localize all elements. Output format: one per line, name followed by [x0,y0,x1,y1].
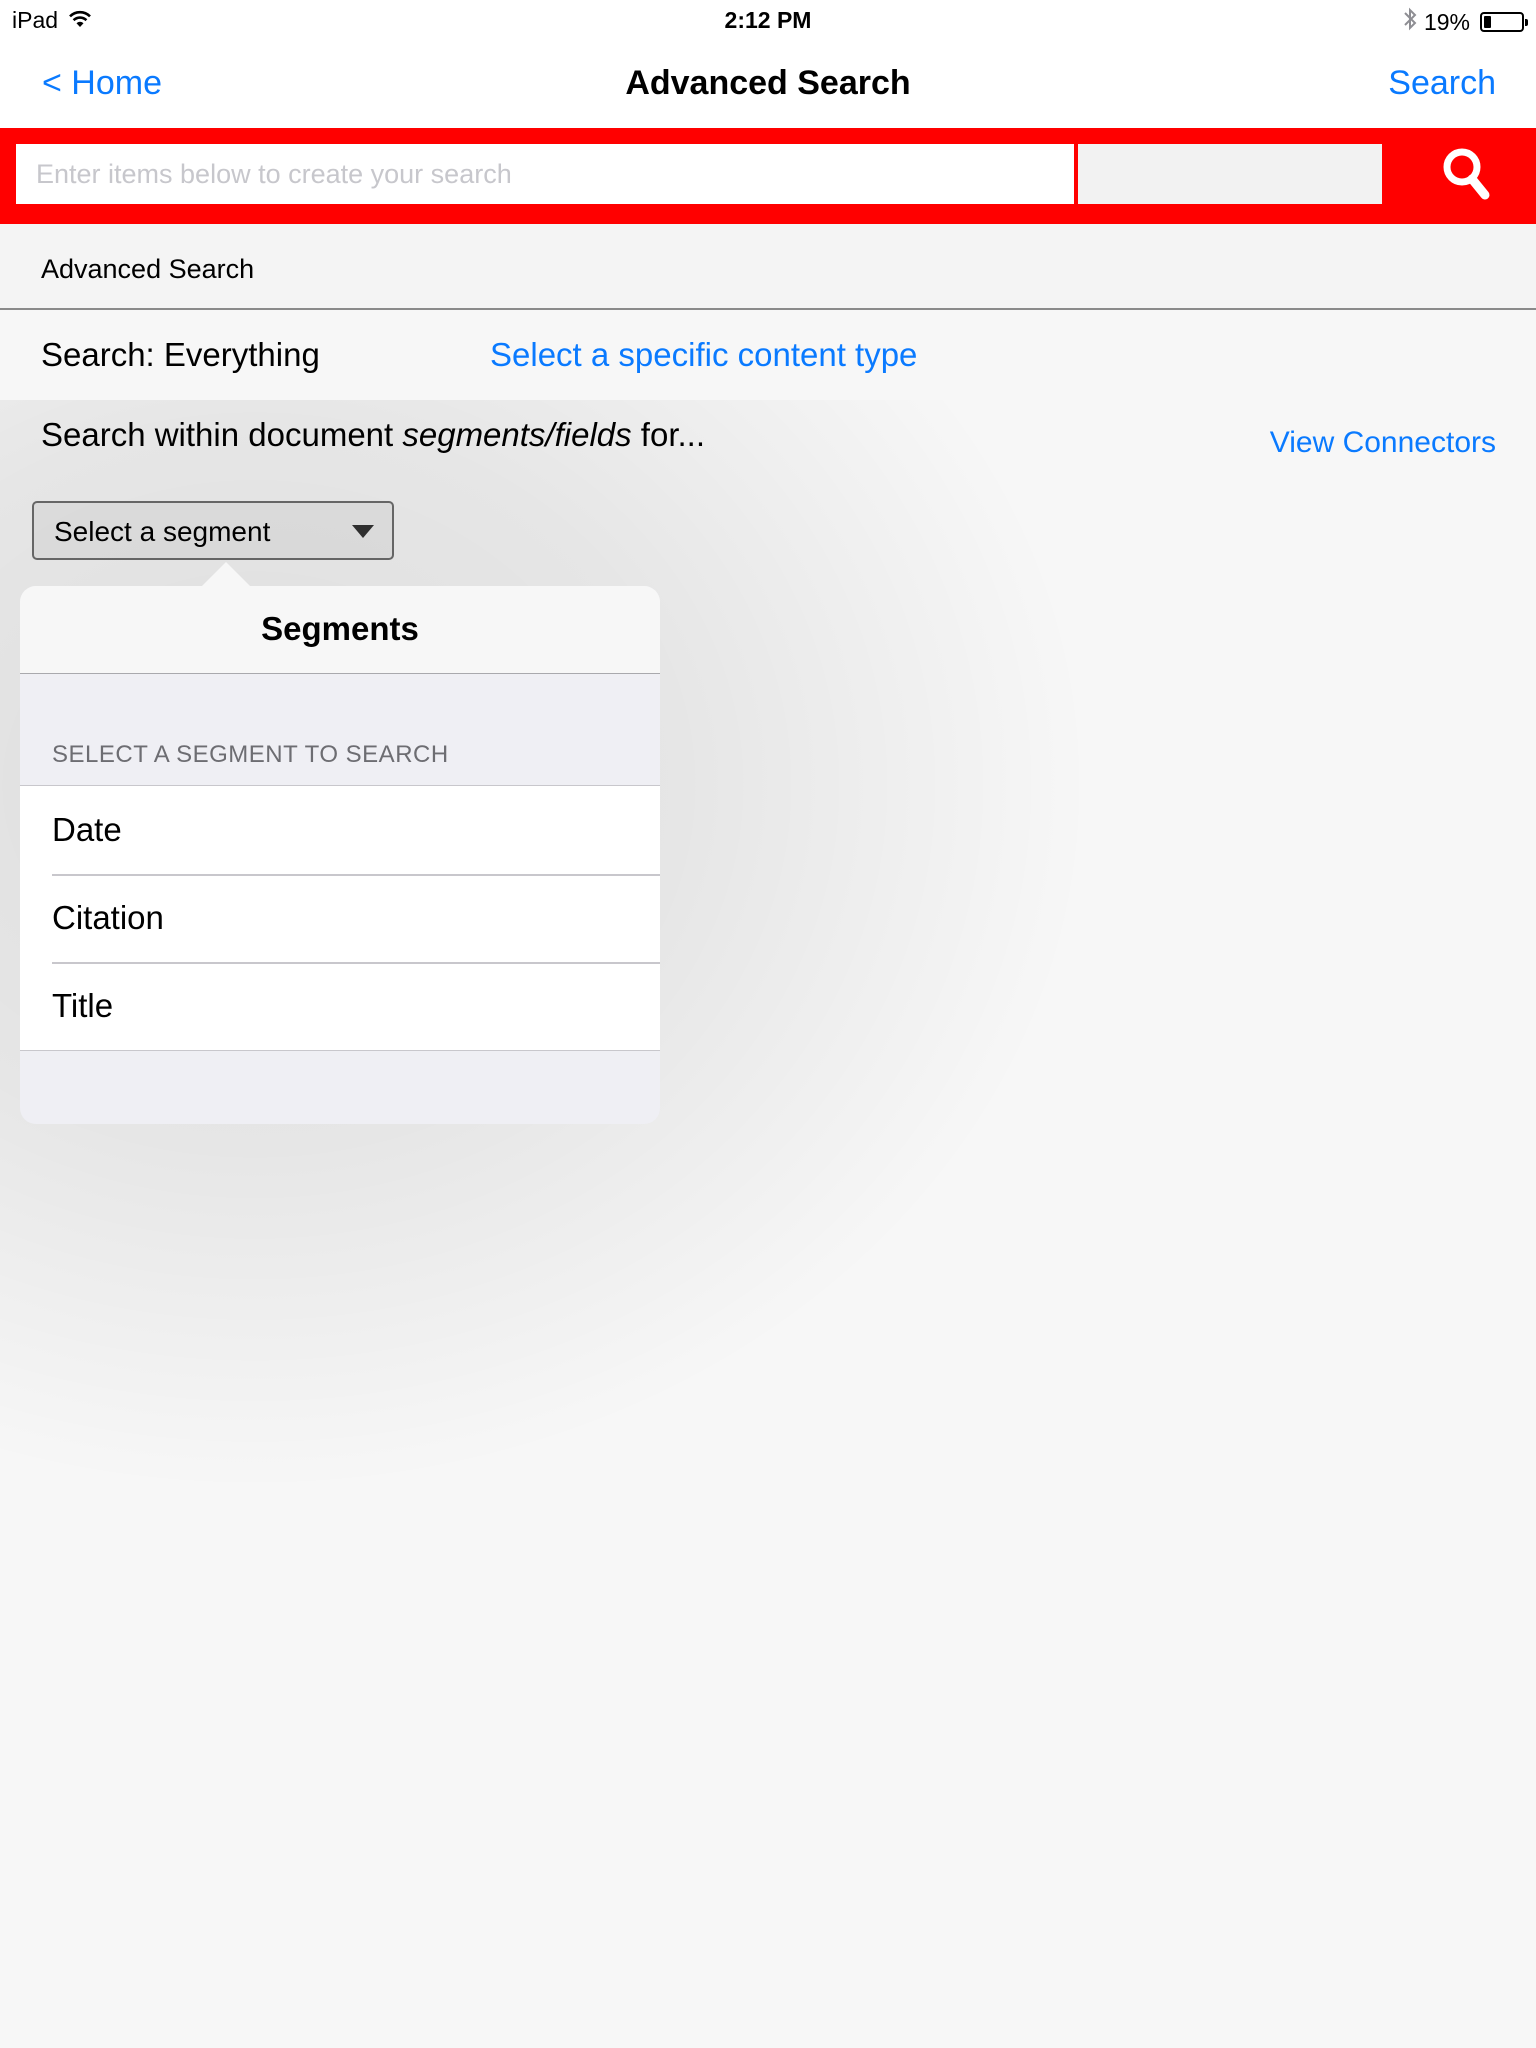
back-home-button[interactable]: < Home [42,64,162,103]
within-suffix: for... [631,416,706,453]
search-within-label: Search within document segments/fields f… [41,416,705,454]
segment-option-label: Title [52,987,114,1024]
search-band [0,128,1536,224]
search-secondary-field[interactable] [1078,144,1382,204]
search-icon [1437,144,1497,209]
battery-level [1484,16,1491,28]
chevron-down-icon [352,525,374,538]
navigation-bar: < Home Advanced Search Search [0,40,1536,128]
section-header-label: Advanced Search [41,254,255,284]
popover-arrow [202,562,250,586]
segment-option-label: Date [52,811,122,848]
battery-percent: 19% [1423,8,1470,35]
status-right: 19% [1402,7,1528,37]
search-submit-button[interactable] [1398,128,1536,224]
view-connectors-link[interactable]: View Connectors [1270,426,1496,460]
segments-popover: Segments SELECT A SEGMENT TO SEARCH Date… [20,562,660,1124]
status-time: 2:12 PM [724,7,812,33]
battery-tip [1525,19,1528,26]
bluetooth-icon [1402,7,1418,37]
within-prefix: Search within document [41,416,403,453]
segment-option-title[interactable]: Title [20,962,660,1050]
popover-header: Segments [20,586,660,674]
segment-option-label: Citation [52,899,164,936]
segment-list: Date Citation Title [20,785,660,1051]
within-emphasis: segments/fields [402,416,632,453]
popover-section-label: SELECT A SEGMENT TO SEARCH [52,741,449,768]
search-input[interactable] [16,144,1076,204]
search-scope-label: Search: Everything [41,336,320,373]
segment-select-label: Select a segment [54,516,271,547]
segment-option-citation[interactable]: Citation [20,874,660,962]
segment-option-date[interactable]: Date [20,786,660,874]
select-content-type-link[interactable]: Select a specific content type [490,336,917,374]
section-header: Advanced Search [0,224,1536,310]
battery-icon [1480,12,1528,32]
status-bar: iPad 2:12 PM 19% [0,0,1536,40]
nav-search-button[interactable]: Search [1388,64,1496,103]
popover-title: Segments [261,610,419,647]
page-title: Advanced Search [625,64,911,102]
segment-select-dropdown[interactable]: Select a segment [32,501,394,560]
